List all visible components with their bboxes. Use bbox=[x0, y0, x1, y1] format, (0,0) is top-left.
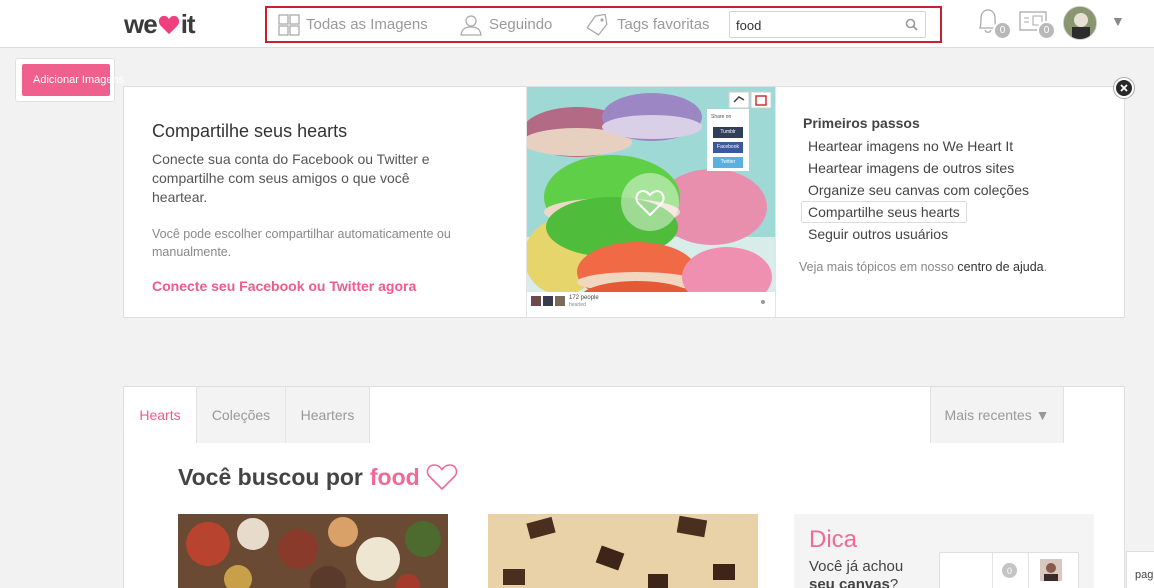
first-steps: Primeiros passos Heartear imagens no We … bbox=[801, 115, 1036, 245]
notifications-badge: 0 bbox=[993, 21, 1012, 40]
nav-fav-tags-label: Tags favoritas bbox=[617, 16, 710, 33]
add-images-button[interactable]: Adicionar Imagens bbox=[22, 64, 124, 96]
tip-text: Você já achou seu canvas? bbox=[809, 558, 929, 588]
nav-all-images-label: Todas as Imagens bbox=[306, 16, 428, 33]
welcome-note: Você pode escolher compartilhar automati… bbox=[152, 227, 451, 259]
search-query: food bbox=[369, 463, 420, 490]
tip-card: Dica Você já achou seu canvas? 0 bbox=[794, 514, 1094, 588]
share-twitter-button: Twitter bbox=[720, 159, 736, 165]
avatar-image bbox=[1064, 7, 1096, 39]
user-icon bbox=[460, 14, 482, 36]
step-item[interactable]: Heartear imagens de outros sites bbox=[801, 157, 1036, 179]
search-box bbox=[729, 11, 926, 38]
search-result-title: Você buscou por food bbox=[178, 463, 458, 491]
nav-following-label: Seguindo bbox=[489, 16, 553, 33]
sort-dropdown[interactable]: Mais recentes ▼ bbox=[930, 387, 1064, 443]
nav-following[interactable]: Seguindo bbox=[459, 8, 552, 41]
share-on-label: Share on bbox=[711, 114, 732, 120]
heart-logo-icon bbox=[158, 15, 179, 34]
step-item[interactable]: Seguir outros usuários bbox=[801, 223, 1036, 245]
tip-title: Dica bbox=[809, 526, 858, 553]
result-image[interactable] bbox=[178, 514, 448, 588]
nav-fav-tags[interactable]: Tags favoritas bbox=[585, 8, 710, 41]
people-label: hearted bbox=[569, 302, 586, 308]
messages-button[interactable]: 0 bbox=[1019, 11, 1056, 40]
tip-text-bold: seu canvas bbox=[809, 576, 890, 588]
tab-hearts[interactable]: Hearts bbox=[124, 387, 196, 443]
tip-text-suffix: ? bbox=[889, 576, 899, 588]
heart-outline-icon[interactable] bbox=[426, 463, 458, 491]
nav-all-images[interactable]: Todas as Imagens bbox=[278, 8, 428, 41]
tab-collections[interactable]: Coleções bbox=[196, 387, 285, 443]
messages-badge: 0 bbox=[1037, 21, 1056, 40]
help-center-prefix: Veja mais tópicos em nosso bbox=[799, 260, 958, 274]
help-center-suffix: . bbox=[1043, 260, 1048, 274]
step-item[interactable]: Heartear imagens no We Heart It bbox=[801, 135, 1036, 157]
mini-badge: 0 bbox=[1002, 563, 1017, 578]
close-icon bbox=[1120, 84, 1128, 92]
welcome-title: Compartilhe seus hearts bbox=[152, 121, 348, 141]
notifications-button[interactable]: 0 bbox=[976, 8, 1012, 40]
mini-avatar bbox=[1040, 559, 1062, 581]
tip-text-prefix: Você já achou bbox=[809, 558, 904, 575]
results-panel: Hearts Coleções Hearters Mais recentes ▼… bbox=[123, 386, 1125, 588]
user-menu-caret[interactable]: ▼ bbox=[1111, 13, 1125, 29]
top-bar: we it Todas as Imagens Seguindo Tags fav… bbox=[0, 0, 1154, 48]
cookie-image bbox=[488, 514, 758, 588]
connect-social-link[interactable]: Conecte seu Facebook ou Twitter agora bbox=[152, 278, 416, 294]
food-platter-image bbox=[178, 514, 448, 588]
search-input[interactable] bbox=[736, 16, 896, 34]
add-images-container: Adicionar Imagens bbox=[15, 58, 124, 102]
help-center-link[interactable]: centro de ajuda bbox=[957, 260, 1043, 274]
welcome-description: Conecte sua conta do Facebook ou Twitter… bbox=[152, 151, 430, 205]
help-center-text: Veja mais tópicos em nosso centro de aju… bbox=[799, 260, 1047, 274]
grid-icon bbox=[278, 13, 300, 36]
main-nav: Todas as Imagens Seguindo Tags favoritas bbox=[265, 6, 942, 43]
step-item[interactable]: Organize seu canvas com coleções bbox=[801, 179, 1036, 201]
share-tumblr-button: Tumblr bbox=[720, 129, 736, 135]
tag-icon bbox=[586, 13, 608, 36]
share-facebook-button: Facebook bbox=[717, 144, 739, 150]
search-result-prefix: Você buscou por bbox=[178, 463, 363, 490]
divider bbox=[992, 553, 993, 588]
result-image[interactable] bbox=[488, 514, 758, 588]
weheartit-logo[interactable]: we it bbox=[124, 9, 196, 40]
welcome-panel: Compartilhe seus hearts Conecte sua cont… bbox=[123, 86, 1125, 318]
edge-widget[interactable]: pag bbox=[1126, 551, 1154, 588]
first-steps-title: Primeiros passos bbox=[803, 115, 920, 131]
close-welcome-button[interactable] bbox=[1114, 78, 1134, 98]
tab-hearters[interactable]: Hearters bbox=[285, 387, 370, 443]
step-item-active[interactable]: Compartilhe seus hearts bbox=[801, 201, 967, 223]
people-count: 172 people bbox=[569, 295, 599, 301]
promo-image: Share on Tumblr Facebook Twitter 172 peo… bbox=[526, 87, 776, 317]
search-icon[interactable] bbox=[905, 18, 918, 31]
divider bbox=[1028, 553, 1029, 588]
macarons-illustration bbox=[527, 87, 775, 317]
avatar[interactable] bbox=[1063, 6, 1097, 40]
mini-canvas-preview: 0 bbox=[939, 552, 1079, 588]
